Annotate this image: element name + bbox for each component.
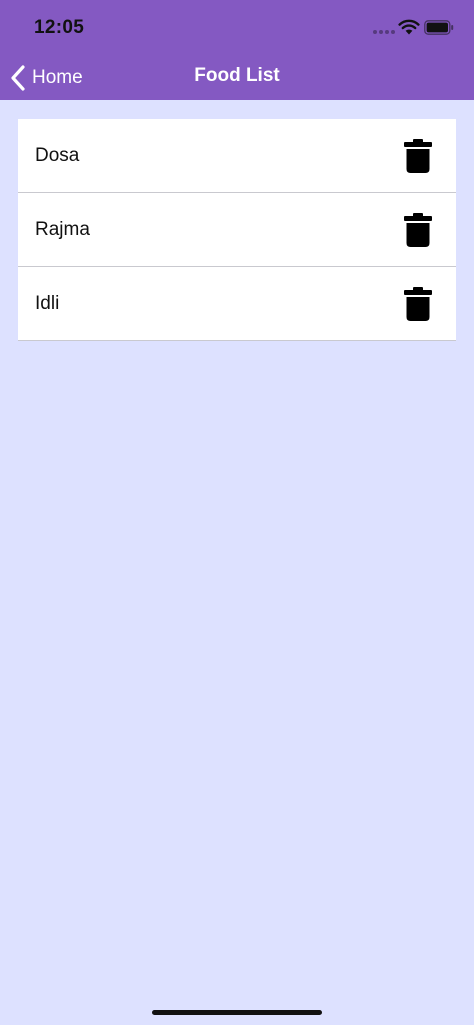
food-name: Idli	[35, 293, 60, 314]
list-item[interactable]: Rajma	[18, 193, 456, 267]
food-name: Rajma	[35, 219, 90, 240]
list-item[interactable]: Dosa	[18, 119, 456, 193]
wifi-icon	[398, 19, 420, 35]
status-bar: 12:05	[0, 0, 474, 56]
battery-icon	[424, 20, 454, 35]
app-header: 12:05 Home Food List	[0, 0, 474, 100]
cellular-signal-icon	[373, 30, 395, 36]
delete-button[interactable]	[404, 213, 432, 247]
delete-button[interactable]	[404, 139, 432, 173]
list-item[interactable]: Idli	[18, 267, 456, 341]
home-indicator[interactable]	[152, 1010, 322, 1015]
food-list: Dosa Rajma Idli	[18, 119, 456, 341]
trash-icon	[404, 287, 432, 321]
trash-icon	[404, 139, 432, 173]
page-title: Food List	[194, 65, 280, 86]
delete-button[interactable]	[404, 287, 432, 321]
food-name: Dosa	[35, 145, 80, 166]
navigation-bar: Home Food List	[0, 56, 474, 100]
trash-icon	[404, 213, 432, 247]
status-time: 12:05	[34, 17, 85, 38]
